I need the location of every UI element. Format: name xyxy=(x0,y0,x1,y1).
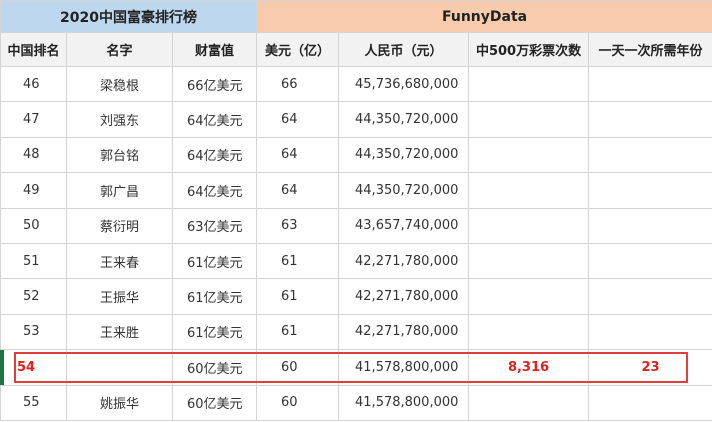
banner-title-left[interactable]: 2020中国富豪排行榜 xyxy=(0,0,258,33)
cell-rmb[interactable]: 44,350,720,000 xyxy=(338,172,470,209)
cell-years[interactable] xyxy=(588,136,712,174)
cell-usd[interactable]: 61 xyxy=(256,242,340,280)
header-name[interactable]: 名字 xyxy=(66,32,173,67)
cell-rank[interactable]: 55 xyxy=(0,384,67,421)
header-years[interactable]: 一天一次所需年份 xyxy=(588,32,712,67)
cell-name[interactable]: 郭台铭 xyxy=(66,136,173,174)
cell-usd[interactable]: 60 xyxy=(256,384,340,421)
cell-usd[interactable]: 64 xyxy=(256,101,340,138)
cell-lottery[interactable]: 8,316 xyxy=(468,349,590,386)
cell-rank[interactable]: 51 xyxy=(0,242,67,280)
header-usd[interactable]: 美元（亿） xyxy=(256,32,340,67)
cell-rank[interactable]: 53 xyxy=(0,313,67,351)
cell-years[interactable] xyxy=(588,278,712,315)
cell-usd[interactable]: 64 xyxy=(256,136,340,174)
table-row: 49 郭广昌 64亿美元 64 44,350,720,000 xyxy=(0,172,712,209)
table-body: 46 梁稳根 66亿美元 66 45,736,680,000 47 刘强东 64亿美元 64 44… xyxy=(0,65,712,421)
cell-lottery[interactable] xyxy=(468,172,590,209)
cell-rmb[interactable]: 42,271,780,000 xyxy=(338,278,470,315)
cell-rank[interactable]: 54 xyxy=(0,349,67,386)
table-row: 48 郭台铭 64亿美元 64 44,350,720,000 xyxy=(0,136,712,174)
cell-name[interactable]: 姚振华 xyxy=(66,384,173,421)
cell-years[interactable] xyxy=(588,384,712,421)
table-row: 55 姚振华 60亿美元 60 41,578,800,000 xyxy=(0,384,712,421)
cell-rank[interactable]: 47 xyxy=(0,101,67,138)
cell-usd[interactable]: 61 xyxy=(256,278,340,315)
cell-usd[interactable]: 64 xyxy=(256,172,340,209)
cell-wealth[interactable]: 61亿美元 xyxy=(171,313,258,351)
cell-rmb[interactable]: 42,271,780,000 xyxy=(338,313,470,351)
cell-wealth[interactable]: 64亿美元 xyxy=(171,136,258,174)
cell-lottery[interactable] xyxy=(468,65,590,103)
cell-wealth[interactable]: 63亿美元 xyxy=(171,207,258,244)
cell-wealth[interactable]: 61亿美元 xyxy=(171,278,258,315)
cell-name[interactable]: 王来胜 xyxy=(66,313,173,351)
cell-usd[interactable]: 66 xyxy=(256,65,340,103)
cell-rmb[interactable]: 43,657,740,000 xyxy=(338,207,470,244)
cell-name[interactable]: 王振华 xyxy=(66,278,173,315)
cell-wealth[interactable]: 60亿美元 xyxy=(171,384,258,421)
column-header-row: 中国排名 名字 财富值 美元（亿） 人民币（元） 中500万彩票次数 一天一次所… xyxy=(0,32,712,67)
table-row: 53 王来胜 61亿美元 61 42,271,780,000 xyxy=(0,313,712,351)
cell-rank[interactable]: 46 xyxy=(0,65,67,103)
cell-usd[interactable]: 63 xyxy=(256,207,340,244)
header-lottery[interactable]: 中500万彩票次数 xyxy=(468,32,590,67)
cell-usd[interactable]: 60 xyxy=(256,349,340,386)
cell-lottery[interactable] xyxy=(468,278,590,315)
cell-years[interactable]: 23 xyxy=(588,349,712,386)
cell-years[interactable] xyxy=(588,101,712,138)
cell-wealth[interactable]: 64亿美元 xyxy=(171,101,258,138)
cell-rmb[interactable]: 41,578,800,000 xyxy=(338,349,470,386)
spreadsheet: 2020中国富豪排行榜 FunnyData 中国排名 名字 财富值 美元（亿） … xyxy=(0,0,712,422)
cell-lottery[interactable] xyxy=(468,136,590,174)
table-row: 50 蔡衍明 63亿美元 63 43,657,740,000 xyxy=(0,207,712,244)
cell-years[interactable] xyxy=(588,172,712,209)
cell-name[interactable]: 蔡衍明 xyxy=(66,207,173,244)
table-row: 47 刘强东 64亿美元 64 44,350,720,000 xyxy=(0,101,712,138)
cell-lottery[interactable] xyxy=(468,101,590,138)
banner-title-right[interactable]: FunnyData xyxy=(256,0,712,33)
table-row: 46 梁稳根 66亿美元 66 45,736,680,000 xyxy=(0,65,712,103)
cell-wealth[interactable]: 66亿美元 xyxy=(171,65,258,103)
cell-name[interactable]: 刘强东 xyxy=(66,101,173,138)
cell-rmb[interactable]: 41,578,800,000 xyxy=(338,384,470,421)
cell-rmb[interactable]: 44,350,720,000 xyxy=(338,101,470,138)
cell-years[interactable] xyxy=(588,207,712,244)
cell-name[interactable]: 王来春 xyxy=(66,242,173,280)
rich-list-table: 2020中国富豪排行榜 FunnyData 中国排名 名字 财富值 美元（亿） … xyxy=(0,0,712,421)
cell-years[interactable] xyxy=(588,65,712,103)
cell-lottery[interactable] xyxy=(468,242,590,280)
cell-lottery[interactable] xyxy=(468,313,590,351)
cell-wealth[interactable]: 60亿美元 xyxy=(171,349,258,386)
cell-name[interactable]: 郭广昌 xyxy=(66,172,173,209)
cell-rank[interactable]: 49 xyxy=(0,172,67,209)
cell-lottery[interactable] xyxy=(468,207,590,244)
cell-years[interactable] xyxy=(588,313,712,351)
cell-name[interactable] xyxy=(66,349,173,386)
banner-row: 2020中国富豪排行榜 FunnyData xyxy=(0,0,712,33)
cell-name[interactable]: 梁稳根 xyxy=(66,65,173,103)
table-row: 51 王来春 61亿美元 61 42,271,780,000 xyxy=(0,242,712,280)
cell-years[interactable] xyxy=(588,242,712,280)
cell-wealth[interactable]: 64亿美元 xyxy=(171,172,258,209)
header-rank[interactable]: 中国排名 xyxy=(0,32,67,67)
cell-rank[interactable]: 48 xyxy=(0,136,67,174)
header-wealth[interactable]: 财富值 xyxy=(171,32,258,67)
cell-rank[interactable]: 52 xyxy=(0,278,67,315)
cell-usd[interactable]: 61 xyxy=(256,313,340,351)
cell-rmb[interactable]: 45,736,680,000 xyxy=(338,65,470,103)
cell-rank[interactable]: 50 xyxy=(0,207,67,244)
cell-lottery[interactable] xyxy=(468,384,590,421)
table-row: 52 王振华 61亿美元 61 42,271,780,000 xyxy=(0,278,712,315)
table-row: 54 60亿美元 60 41,578,800,000 8,316 23 xyxy=(0,349,712,386)
cell-rmb[interactable]: 44,350,720,000 xyxy=(338,136,470,174)
header-rmb[interactable]: 人民币（元） xyxy=(338,32,470,67)
active-row-marker xyxy=(0,349,4,386)
cell-rmb[interactable]: 42,271,780,000 xyxy=(338,242,470,280)
cell-wealth[interactable]: 61亿美元 xyxy=(171,242,258,280)
